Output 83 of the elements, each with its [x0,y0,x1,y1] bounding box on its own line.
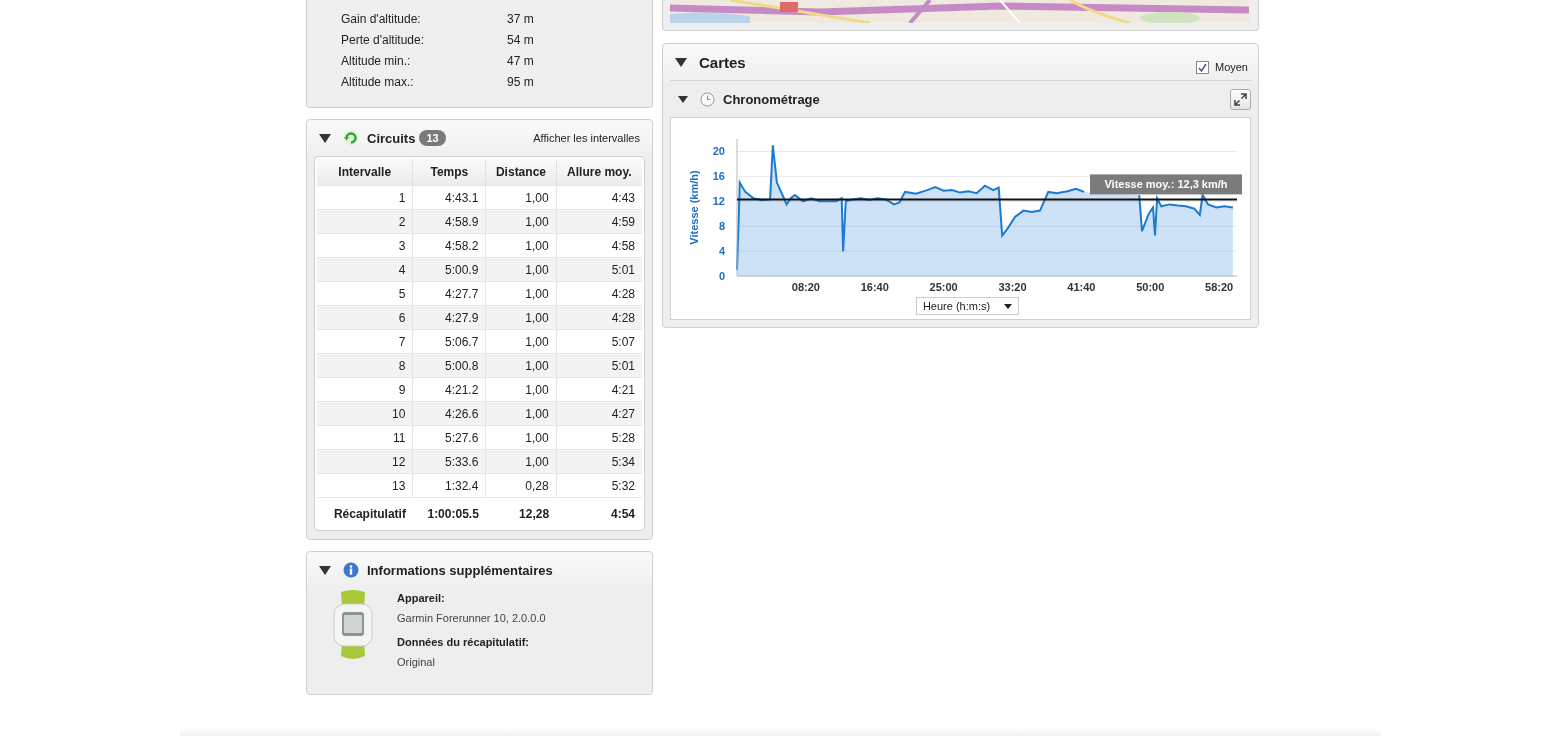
y-tick-label: 12 [712,195,725,208]
collapse-triangle-icon[interactable] [678,95,688,103]
field-label: Données du récapitulatif: [397,636,531,648]
table-cell: 1:32.4 [412,473,486,498]
summary-cell: Récapitulatif [317,497,413,530]
x-axis-dropdown[interactable]: Heure (h:m:s) [915,297,1020,315]
table-cell: 5:33.6 [412,449,486,474]
table-cell: 5:01 [556,353,642,378]
table-cell: 1,00 [485,257,557,282]
stat-label: Altitude min.: [341,53,412,68]
table-cell: 6 [317,305,413,330]
checkbox-label: Moyen [1214,61,1248,73]
caret-icon [1004,303,1013,309]
stat-label: Gain d'altitude: [341,11,422,26]
x-tick-label: 08:20 [791,281,820,293]
ref-line-label: Vitesse moy.: 12,3 km/h [1104,178,1228,191]
section-title: Chronométrage [723,91,820,107]
table-cell: 5:01 [556,257,642,282]
expand-button[interactable] [1230,88,1251,110]
y-tick-label: 20 [712,145,725,158]
loop-arrow-icon [343,130,359,146]
x-tick-label: 25:00 [929,281,958,293]
table-cell: 2 [317,209,413,234]
stat-value: 47 m [507,53,534,68]
table-cell: 1,00 [485,353,557,378]
stat-value: 54 m [507,32,534,47]
table-cell: 4:26.6 [412,401,486,426]
info-icon [343,562,359,578]
column-header[interactable]: Allure moy. [556,159,642,186]
table-cell: 4:27 [556,401,642,426]
table-cell: 5:34 [556,449,642,474]
field-value: Garmin Forerunner 10, 2.0.0.0 [397,612,546,624]
x-tick-label: 58:20 [1205,281,1234,293]
tooltip: Vitesse moy.: 12,3 km/h [1090,174,1242,195]
table-cell: 1,00 [485,209,557,234]
average-checkbox[interactable] [1195,60,1209,74]
table-cell: 1,00 [485,401,557,426]
collapse-triangle-icon[interactable] [319,565,331,575]
summary-cell: 1:00:05.5 [412,497,486,530]
field-label: Appareil: [397,592,446,604]
stat-label: Perte d'altitude: [341,32,425,47]
count-badge: 13 [419,130,446,146]
y-tick-label: 0 [718,270,725,282]
y-tick-label: 16 [712,170,725,183]
table-cell: 10 [317,401,413,426]
table-cell: 8 [317,353,413,378]
watch-icon [331,590,375,660]
clock-icon [700,91,715,107]
y-tick-label: 4 [718,245,725,258]
table-cell: 5:00.9 [412,257,486,282]
panel-title: Circuits [367,130,416,146]
column-header[interactable]: Intervalle [317,159,413,186]
table-cell: 12 [317,449,413,474]
stat-value: 37 m [507,11,534,26]
table-cell: 4:59 [556,209,642,234]
x-tick-label: 33:20 [998,281,1027,293]
table-cell: 13 [317,473,413,498]
field-value: Original [397,656,436,668]
stat-label: Altitude max.: [341,74,415,89]
table-cell: 4:58.9 [412,209,486,234]
table-cell: 4 [317,257,413,282]
table-cell: 5:00.8 [412,353,486,378]
summary-cell: 12,28 [485,497,557,530]
x-tick-label: 16:40 [860,281,889,293]
x-tick-label: 50:00 [1136,281,1165,293]
table-cell: 1,00 [485,305,557,330]
table-cell: 0,28 [485,473,557,498]
collapse-triangle-icon[interactable] [675,57,687,67]
stat-value: 95 m [507,74,534,89]
collapse-triangle-icon[interactable] [319,133,331,143]
panel-title: Cartes [699,53,746,71]
table-cell: 4:27.9 [412,305,486,330]
summary-cell: 4:54 [556,497,642,530]
y-axis-title: Vitesse (km/h) [688,170,700,245]
column-header[interactable]: Temps [412,159,486,186]
column-header[interactable]: Distance [485,159,557,186]
table-cell: 5:32 [556,473,642,498]
x-tick-label: 41:40 [1067,281,1096,293]
y-tick-label: 8 [718,220,725,233]
panel-title: Informations supplémentaires [367,562,553,578]
table-cell: 4:28 [556,305,642,330]
table-cell: 1,00 [485,449,557,474]
show-intervals-link[interactable]: Afficher les intervalles [533,132,640,144]
